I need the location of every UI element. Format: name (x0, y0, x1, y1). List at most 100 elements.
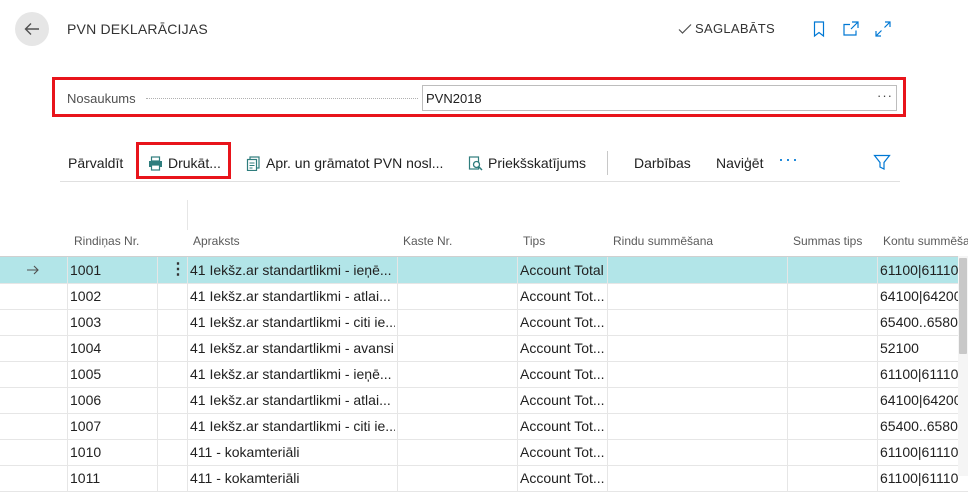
cell-description[interactable]: 41 Iekšz.ar standartlikmi - atlai... (190, 387, 395, 413)
cell-description[interactable]: 41 Iekšz.ar standartlikmi - avansi (190, 335, 395, 361)
col-header-amount-type[interactable]: Summas tips (793, 234, 862, 248)
cell-line-no[interactable]: 1010 (70, 439, 155, 465)
cell-type[interactable]: Account Tot... (520, 465, 606, 491)
table-row[interactable]: 1004 41 Iekšz.ar standartlikmi - avansi Ac… (0, 335, 968, 362)
manage-menu[interactable]: Pārvaldīt (68, 155, 123, 171)
col-header-description[interactable]: Apraksts (193, 234, 240, 248)
col-header-account-totaling[interactable]: Kontu summēša (883, 234, 968, 248)
cell-line-no[interactable]: 1005 (70, 361, 155, 387)
cell-description[interactable]: 41 Iekšz.ar standartlikmi - ieņē... (190, 361, 395, 387)
table-row[interactable]: 1010 411 - kokamteriāli Account Tot... 6110… (0, 439, 968, 466)
cell-account-totaling[interactable]: 61100|61110 (880, 361, 958, 387)
row-menu-button[interactable]: ⋮ (170, 257, 186, 283)
cell-type[interactable]: Account Tot... (520, 335, 606, 361)
cell-description[interactable]: 41 Iekšz.ar standartlikmi - citi ie... (190, 309, 395, 335)
manage-label: Pārvaldīt (68, 155, 124, 171)
cell-account-totaling[interactable]: 65400..65800 (880, 309, 958, 335)
cell-account-totaling[interactable]: 52100 (880, 335, 958, 361)
cell-divider (187, 361, 188, 387)
bookmark-icon[interactable] (810, 20, 828, 38)
cell-description[interactable]: 41 Iekšz.ar standartlikmi - citi ie... (190, 413, 395, 439)
table-row[interactable]: 1003 41 Iekšz.ar standartlikmi - citi ie.… (0, 309, 968, 336)
cell-account-totaling[interactable]: 64100|64200 (880, 283, 958, 309)
table-row[interactable]: 1002 41 Iekšz.ar standartlikmi - atlai...… (0, 283, 968, 310)
cell-divider (67, 257, 68, 283)
cell-divider (67, 335, 68, 361)
actions-menu[interactable]: Darbības (634, 155, 691, 171)
post-vat-label: Apr. un grāmatot PVN nosl... (266, 155, 444, 171)
col-header-box-no[interactable]: Kaste Nr. (403, 234, 452, 248)
table-row[interactable]: 1007 41 Iekšz.ar standartlikmi - citi ie.… (0, 413, 968, 440)
cell-divider (397, 387, 398, 413)
col-header-row-totaling[interactable]: Rindu summēšana (613, 234, 713, 248)
cell-account-totaling[interactable]: 65400..65800 (880, 413, 958, 439)
cell-description[interactable]: 41 Iekšz.ar standartlikmi - atlai... (190, 283, 395, 309)
name-field-label: Nosaukums (67, 91, 136, 106)
cell-divider (187, 283, 188, 309)
cell-divider (517, 257, 518, 283)
cell-type[interactable]: Account Tot... (520, 387, 606, 413)
cell-divider (877, 257, 878, 283)
navigate-menu[interactable]: Naviģēt (716, 155, 763, 171)
action-bar-divider (60, 181, 900, 182)
cell-divider (517, 283, 518, 309)
preview-search-icon (468, 155, 483, 171)
more-actions-button[interactable]: ··· (778, 149, 799, 170)
col-header-line-no[interactable]: Rindiņas Nr. (74, 234, 139, 248)
arrow-left-icon (24, 23, 39, 35)
cell-divider (67, 309, 68, 335)
cell-divider (397, 257, 398, 283)
open-in-new-window-icon[interactable] (842, 20, 860, 38)
cell-type[interactable]: Account Tot... (520, 283, 606, 309)
cell-divider (607, 335, 608, 361)
back-button[interactable] (15, 12, 49, 46)
cell-type[interactable]: Account Tot... (520, 413, 606, 439)
cell-divider (157, 257, 158, 283)
cell-divider (787, 335, 788, 361)
cell-line-no[interactable]: 1006 (70, 387, 155, 413)
cell-line-no[interactable]: 1003 (70, 309, 155, 335)
cell-line-no[interactable]: 1004 (70, 335, 155, 361)
print-button[interactable]: Drukāt... (148, 155, 221, 171)
filter-icon[interactable] (873, 153, 891, 171)
cell-account-totaling[interactable]: 64100|64200 (880, 387, 958, 413)
action-separator (607, 151, 608, 175)
cell-divider (157, 309, 158, 335)
cell-account-totaling[interactable]: 61100|61110 (880, 465, 958, 491)
cell-divider (607, 465, 608, 491)
scrollbar-thumb[interactable] (959, 258, 967, 354)
col-header-type[interactable]: Tips (523, 234, 545, 248)
cell-account-totaling[interactable]: 61100|61110 (880, 257, 958, 283)
cell-description[interactable]: 411 - kokamteriāli (190, 439, 395, 465)
cell-line-no[interactable]: 1002 (70, 283, 155, 309)
cell-type[interactable]: Account Tot... (520, 361, 606, 387)
table-row[interactable]: 1005 41 Iekšz.ar standartlikmi - ieņē... A… (0, 361, 968, 388)
cell-description[interactable]: 411 - kokamteriāli (190, 465, 395, 491)
cell-type[interactable]: Account Total (520, 257, 606, 283)
cell-line-no[interactable]: 1011 (70, 465, 155, 491)
cell-divider (517, 465, 518, 491)
cell-divider (877, 335, 878, 361)
cell-line-no[interactable]: 1007 (70, 413, 155, 439)
cell-divider (67, 439, 68, 465)
name-field-more-button[interactable]: ··· (877, 88, 893, 103)
expand-icon[interactable] (874, 20, 892, 38)
name-input-value[interactable]: PVN2018 (426, 91, 482, 106)
page-title: PVN DEKLARĀCIJAS (67, 21, 208, 37)
cell-description[interactable]: 41 Iekšz.ar standartlikmi - ieņē... (190, 257, 395, 283)
saved-status-label: SAGLABĀTS (695, 21, 776, 36)
cell-type[interactable]: Account Tot... (520, 309, 606, 335)
cell-account-totaling[interactable]: 61100|61110 (880, 439, 958, 465)
cell-divider (877, 439, 878, 465)
preview-button[interactable]: Priekšskatījums (468, 155, 586, 171)
table-row[interactable]: 1006 41 Iekšz.ar standartlikmi - atlai...… (0, 387, 968, 414)
cell-divider (787, 361, 788, 387)
cell-line-no[interactable]: 1001 (70, 257, 155, 283)
table-row[interactable]: ⋮ 1001 41 Iekšz.ar standartlikmi - ieņē...… (0, 257, 968, 284)
name-input[interactable] (422, 85, 897, 111)
cell-type[interactable]: Account Tot... (520, 439, 606, 465)
table-row[interactable]: 1011 411 - kokamteriāli Account Tot... 6110… (0, 465, 968, 492)
cell-divider (607, 387, 608, 413)
post-vat-button[interactable]: Apr. un grāmatot PVN nosl... (246, 155, 443, 171)
cell-divider (67, 283, 68, 309)
